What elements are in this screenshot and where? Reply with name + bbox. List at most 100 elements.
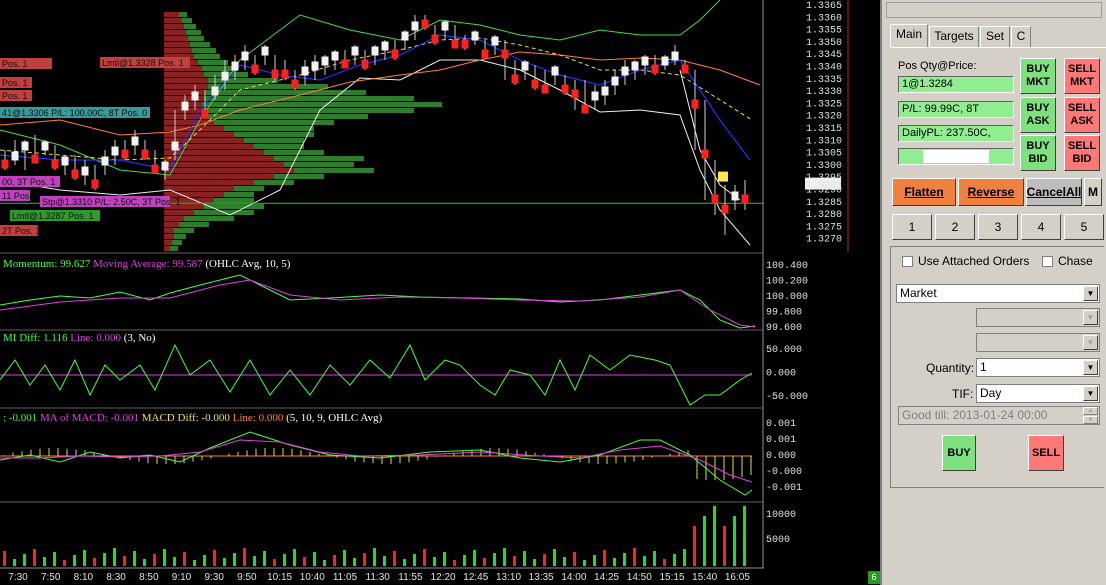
buy-ask-button[interactable]: BUY ASK [1020, 97, 1056, 133]
tif-select[interactable]: Day ▼ [976, 384, 1100, 403]
volume-bar-down [183, 552, 186, 566]
candle-bull [671, 51, 679, 61]
volume-bar-down [93, 558, 96, 566]
dmi-tick-label: 50.000 [766, 345, 802, 356]
profile-buy-bar [274, 174, 324, 179]
chase-checkbox[interactable] [1042, 256, 1053, 267]
candle-bear [451, 39, 459, 49]
quick-qty-5[interactable]: 5 [1064, 214, 1104, 240]
profile-sell-bar [164, 78, 208, 83]
candle-bear [741, 194, 749, 204]
volume-bar-up [403, 559, 406, 566]
order-tag-label: Lmtl@1.3328 Pos. 1 [102, 58, 184, 68]
profile-buy-bar [214, 198, 254, 203]
chevron-down-icon[interactable]: ▼ [1083, 386, 1098, 401]
sell-bid-button[interactable]: SELL BID [1064, 135, 1100, 171]
buy-bid-button[interactable]: BUY BID [1020, 135, 1056, 171]
volume-bar-up [713, 506, 716, 566]
time-tick-label: 15:15 [659, 572, 684, 583]
candle-bull [81, 166, 89, 176]
macd-tick-label: 0.000 [766, 451, 796, 462]
profile-buy-bar [254, 180, 294, 185]
profile-sell-bar [164, 216, 184, 221]
volume-bar-up [283, 554, 286, 566]
upper-band-line [0, 0, 721, 176]
buy-button[interactable]: BUY [942, 435, 976, 471]
volume-bar-up [503, 548, 506, 566]
candle-bear [91, 179, 99, 189]
tab-targets[interactable]: Targets [929, 26, 979, 47]
candle-bull [401, 31, 409, 41]
volume-bar-up [293, 549, 296, 566]
quantity-value: 1 [980, 360, 987, 374]
volume-bar-up [563, 557, 566, 566]
sell-mkt-button[interactable]: SELL MKT [1064, 58, 1100, 94]
time-tick-label: 12:45 [463, 572, 488, 583]
time-tick-label: 16:05 [725, 572, 750, 583]
quantity-label: Quantity: [926, 361, 975, 375]
profile-buy-bar [184, 216, 234, 221]
profile-sell-bar [164, 18, 182, 23]
candle-bull [591, 91, 599, 101]
chevron-down-icon[interactable]: ▼ [1083, 286, 1098, 301]
order-type-value: Market [900, 286, 937, 300]
candle-bull [11, 151, 19, 161]
reverse-button[interactable]: Reverse [958, 178, 1024, 206]
cancel-all-button[interactable]: CancelAll [1026, 178, 1082, 206]
sell-button[interactable]: SELL [1028, 435, 1064, 471]
price-tick-label: 1.3300 [806, 161, 842, 172]
momentum-tick-label: 100.200 [766, 277, 808, 288]
volume-bar-down [393, 551, 396, 566]
spin-up-icon: ▲ [1083, 407, 1098, 415]
momentum-tick-label: 99.800 [766, 308, 802, 319]
profile-buy-bar [179, 12, 187, 17]
tab-main[interactable]: Main [890, 24, 928, 47]
volume-bar-up [523, 551, 526, 566]
price-tick-label: 1.3315 [806, 124, 842, 135]
time-tick-label: 11:05 [333, 572, 358, 583]
candle-bull [731, 191, 739, 201]
candle-bull [471, 31, 479, 41]
trading-chart[interactable]: 1.33651.33601.33551.33501.33451.33401.33… [0, 0, 880, 585]
tab-c[interactable]: C [1011, 26, 1031, 47]
volume-bar-up [583, 560, 586, 566]
volume-bar-up [433, 557, 436, 566]
candle-bull [181, 101, 189, 111]
candle-bull [41, 141, 49, 151]
chart-area[interactable]: 1.3365 1.3360 1.3355 1.3350 1.3345 1.3340 1.33… [0, 0, 880, 585]
candle-bear [141, 149, 149, 159]
dmi-title: MI Diff: 1.116 Line: 0.000 (3, No) [3, 332, 156, 344]
volume-bar-down [483, 558, 486, 566]
order-type-select[interactable]: Market ▼ [896, 284, 1100, 303]
volume-bar-down [243, 548, 246, 566]
volume-bar-up [653, 551, 656, 566]
attached-orders-checkbox[interactable] [902, 256, 913, 267]
quantity-select[interactable]: 1 ▼ [976, 358, 1100, 377]
m-button[interactable]: M [1084, 178, 1102, 206]
quick-qty-3[interactable]: 3 [978, 214, 1018, 240]
candle-bull [411, 21, 419, 31]
momentum-tick-label: 100.400 [766, 261, 808, 272]
price-tick-label: 1.3285 [806, 198, 842, 209]
quick-qty-1[interactable]: 1 [892, 214, 932, 240]
price-tick-label: 1.3310 [806, 136, 842, 147]
time-tick-label: 10:15 [267, 572, 292, 583]
buy-mkt-button[interactable]: BUY MKT [1020, 58, 1056, 94]
candle-bull [241, 51, 249, 61]
volume-bar-down [363, 553, 366, 566]
candle-bear [711, 194, 719, 204]
price-tick-label: 1.3280 [806, 210, 842, 221]
quick-qty-2[interactable]: 2 [935, 214, 975, 240]
flatten-button[interactable]: Flatten [892, 178, 956, 206]
chevron-down-icon[interactable]: ▼ [1083, 360, 1098, 375]
volume-bar-up [43, 557, 46, 566]
quick-qty-4[interactable]: 4 [1021, 214, 1061, 240]
good-till-value: Good till: 2013-01-24 00:00 [902, 408, 1048, 422]
tab-set[interactable]: Set [980, 26, 1010, 47]
sell-ask-button[interactable]: SELL ASK [1064, 97, 1100, 133]
volume-bar-up [83, 550, 86, 566]
volume-bar-up [613, 558, 616, 566]
profile-buy-bar [294, 168, 374, 173]
panel-header-field [886, 2, 1102, 18]
time-tick-label: 10:40 [300, 572, 325, 583]
